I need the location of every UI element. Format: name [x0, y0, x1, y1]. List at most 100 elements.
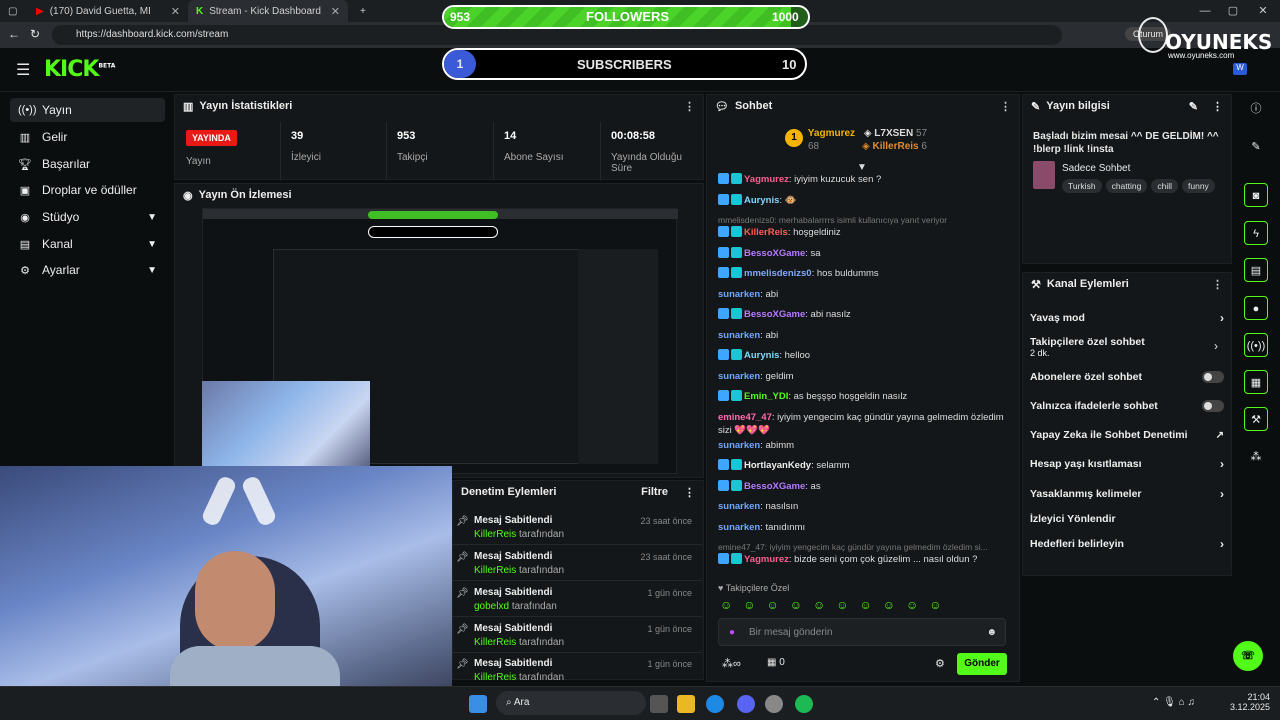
mod-user[interactable]: KillerReis: [474, 565, 516, 576]
chat-username[interactable]: Aurynis: [744, 350, 779, 361]
chat-username[interactable]: BessoXGame: [744, 248, 805, 259]
tag[interactable]: chill: [1151, 179, 1178, 193]
document-icon[interactable]: ▤: [1244, 258, 1268, 282]
close-tab-icon[interactable]: ✕: [171, 5, 180, 18]
action-ai-moderation[interactable]: Yapay Zeka ile Sohbet Denetimi ↗: [1022, 421, 1232, 449]
action-account-age[interactable]: Hesap yaşı kısıtlaması ›: [1022, 450, 1232, 478]
chat-username[interactable]: sunarken: [718, 371, 760, 382]
gifter-name[interactable]: Yagmurez: [808, 128, 855, 139]
kick-logo[interactable]: KICKBETA: [44, 57, 115, 82]
chat-username[interactable]: sunarken: [718, 501, 760, 512]
emoji-icon[interactable]: ☻: [986, 619, 997, 647]
gifter-name[interactable]: L7XSEN: [874, 128, 913, 139]
tag[interactable]: Turkish: [1062, 179, 1102, 193]
info-icon[interactable]: ⓘ: [1244, 97, 1268, 121]
more-icon[interactable]: ⋮: [684, 100, 695, 113]
collapse-icon[interactable]: ▼: [857, 162, 867, 173]
tray-icons[interactable]: ⌃ 🎙︎ ⌂ ♫: [1152, 697, 1195, 708]
clock[interactable]: 21:04 3.12.2025: [1230, 692, 1270, 712]
points-counter[interactable]: ▦ 0: [767, 657, 785, 668]
toggle-switch[interactable]: [1202, 371, 1224, 383]
filter-button[interactable]: Filtre: [641, 486, 668, 498]
edit-icon[interactable]: ✎: [1189, 100, 1198, 113]
chat-username[interactable]: mmelisdenizs0: [744, 268, 812, 279]
mod-time: 1 gün önce: [647, 624, 692, 634]
mod-user[interactable]: KillerReis: [474, 672, 516, 683]
edge-icon[interactable]: [706, 695, 724, 713]
action-banned-words[interactable]: Yasaklanmış kelimeler ›: [1022, 480, 1232, 508]
sidebar-item-kanal[interactable]: ▤ Kanal ▼: [10, 232, 165, 256]
more-icon[interactable]: ⋮: [1212, 278, 1223, 291]
wrench-icon[interactable]: ⚒: [1244, 407, 1268, 431]
action-followers-only[interactable]: Takipçilere özel sohbet 2 dk.: [1022, 332, 1232, 362]
chat-username[interactable]: Yagmurez: [744, 554, 789, 565]
chat-username[interactable]: sunarken: [718, 440, 760, 451]
chat-bubble-icon[interactable]: ●: [1244, 296, 1268, 320]
sidebar-item-gelir[interactable]: ▥ Gelir: [10, 125, 165, 149]
action-emotes-only[interactable]: Yalnızca ifadelerle sohbet: [1022, 392, 1232, 420]
chat-username[interactable]: HortlayanKedy: [744, 460, 811, 471]
mod-user[interactable]: KillerReis: [474, 529, 516, 540]
emote-bar[interactable]: ☺☺☺☺☺☺☺☺☺☺: [720, 598, 1010, 612]
sidebar-item-basarilar[interactable]: 🏆︎ Başarılar: [10, 152, 165, 176]
browser-tab-kick[interactable]: K Stream - Kick Dashboard ✕: [188, 0, 348, 22]
chat-username[interactable]: Emin_YDI: [744, 391, 788, 402]
sidebar-item-yayin[interactable]: ((•)) Yayın: [10, 98, 165, 122]
action-subscribers-only[interactable]: Abonelere özel sohbet: [1022, 363, 1232, 391]
more-icon[interactable]: ⋮: [684, 486, 695, 499]
start-icon[interactable]: [469, 695, 487, 713]
maximize-icon[interactable]: ▢: [1216, 0, 1250, 22]
mod-user[interactable]: KillerReis: [474, 637, 516, 648]
layout-icon[interactable]: ▦: [1244, 370, 1268, 394]
toggle-switch[interactable]: [1202, 400, 1224, 412]
action-raid[interactable]: İzleyici Yönlendir: [1022, 505, 1232, 533]
hamburger-menu-icon[interactable]: ☰: [16, 60, 30, 80]
category-thumbnail[interactable]: [1033, 161, 1055, 189]
points-icon[interactable]: ⁂∞: [722, 657, 741, 670]
reload-icon[interactable]: ↻: [30, 27, 40, 41]
chat-username[interactable]: Yagmurez: [744, 174, 789, 185]
chat-username[interactable]: sunarken: [718, 330, 760, 341]
mic-icon[interactable]: ●: [729, 619, 735, 647]
more-icon[interactable]: ⋮: [1000, 100, 1011, 113]
back-icon[interactable]: ←: [8, 27, 20, 41]
sidebar-item-studyo[interactable]: ◉ Stüdyo ▼: [10, 205, 165, 229]
close-window-icon[interactable]: ✕: [1246, 0, 1280, 22]
obs-icon[interactable]: [765, 695, 783, 713]
support-icon[interactable]: ☏: [1233, 641, 1263, 671]
tag[interactable]: chatting: [1105, 179, 1148, 193]
taskbar-search[interactable]: ⌕ Ara: [496, 691, 646, 715]
discord-icon[interactable]: [737, 695, 755, 713]
sidebar-item-ayarlar[interactable]: ⚙ Ayarlar ▼: [10, 258, 165, 282]
sidebar-item-droplar[interactable]: ▣ Droplar ve ödüller: [10, 178, 165, 202]
broadcast-icon[interactable]: ((•)): [1244, 333, 1268, 357]
chat-settings-icon[interactable]: ⚙: [935, 657, 945, 670]
chat-message-input[interactable]: ● Bir mesaj gönderin ☻: [718, 618, 1006, 646]
camera-icon[interactable]: ◙: [1244, 183, 1268, 207]
tab-actions-icon[interactable]: ▢: [0, 0, 22, 22]
chat-username[interactable]: emine47_47: [718, 412, 772, 423]
chat-username[interactable]: KillerReis: [744, 227, 788, 238]
more-icon[interactable]: ⋮: [1212, 100, 1223, 113]
category-name[interactable]: Sadece Sohbet: [1062, 163, 1130, 174]
task-view-icon[interactable]: [650, 695, 668, 713]
apps-icon[interactable]: ⁂: [1244, 445, 1268, 469]
mod-user[interactable]: gobelxd: [474, 601, 509, 612]
close-tab-icon[interactable]: ✕: [331, 5, 340, 18]
chat-username[interactable]: BessoXGame: [744, 481, 805, 492]
chat-username[interactable]: Aurynis: [744, 195, 779, 206]
chat-username[interactable]: sunarken: [718, 522, 760, 533]
pencil-icon[interactable]: ✎: [1244, 135, 1268, 159]
chat-username[interactable]: BessoXGame: [744, 309, 805, 320]
new-tab-button[interactable]: +: [352, 0, 374, 22]
tag[interactable]: funny: [1182, 179, 1215, 193]
browser-tab-youtube[interactable]: ▶ (170) David Guetta, MEDUZA... ✕: [28, 0, 188, 22]
send-button[interactable]: Gönder: [957, 653, 1007, 675]
action-goals[interactable]: Hedefleri belirleyin ›: [1022, 530, 1232, 558]
file-explorer-icon[interactable]: [677, 695, 695, 713]
chat-username[interactable]: sunarken: [718, 289, 760, 300]
spotify-icon[interactable]: [795, 695, 813, 713]
action-slow-mode[interactable]: Yavaş mod ›: [1022, 304, 1232, 332]
gifter-name[interactable]: KillerReis: [872, 141, 918, 152]
lightning-icon[interactable]: ϟ: [1244, 221, 1268, 245]
